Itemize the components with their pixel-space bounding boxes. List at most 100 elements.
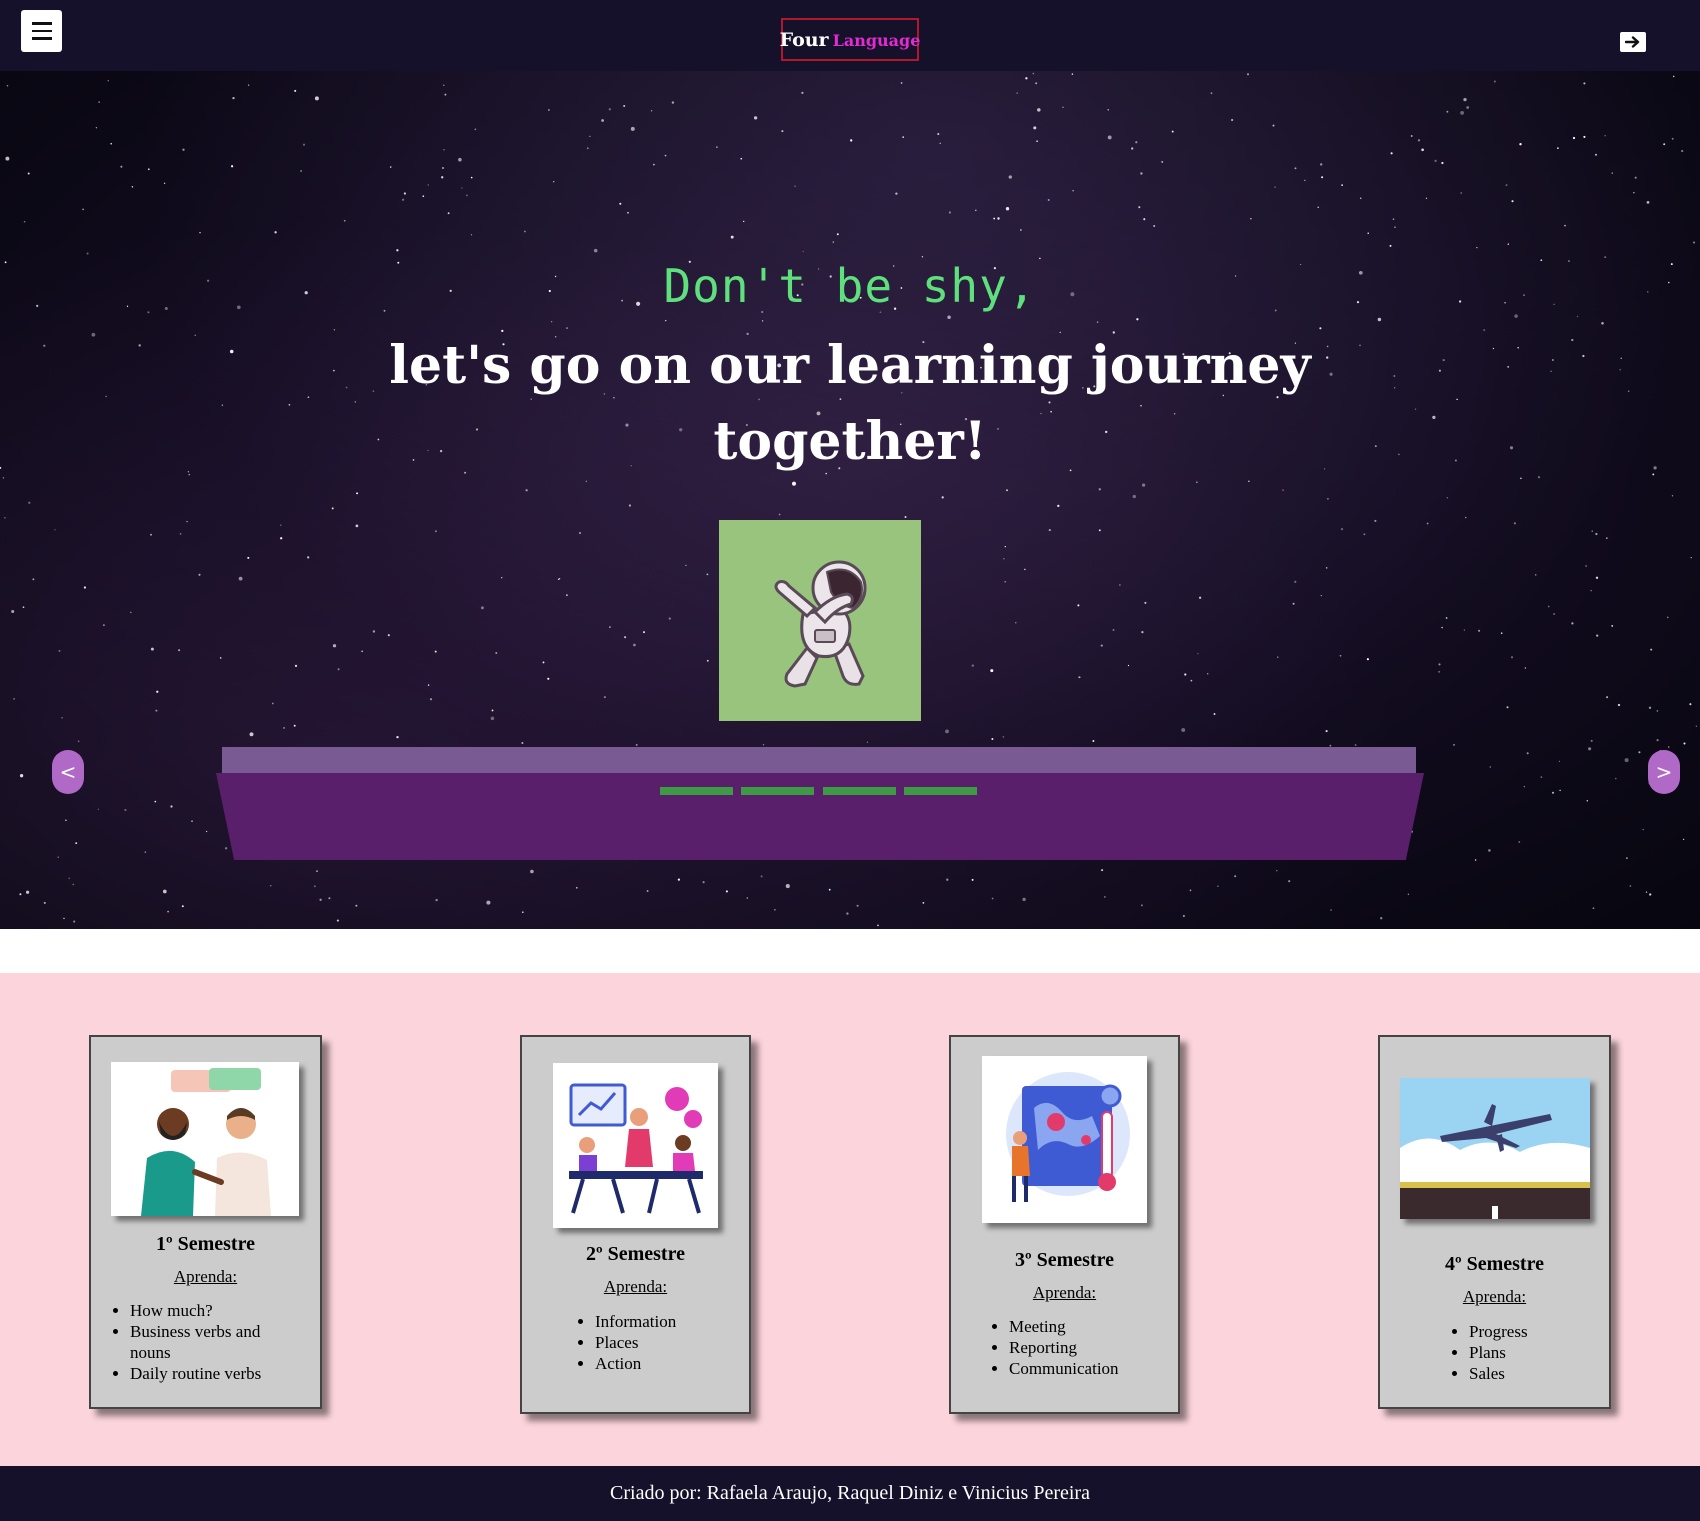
- star: [1277, 656, 1279, 658]
- star: [1196, 481, 1198, 483]
- star: [1446, 496, 1449, 499]
- star: [1330, 909, 1332, 911]
- star: [300, 170, 302, 172]
- star: [608, 108, 611, 111]
- star: [1650, 648, 1653, 651]
- star: [6, 85, 9, 87]
- carousel-indicator[interactable]: [660, 787, 733, 795]
- star: [387, 634, 390, 637]
- topic-item: Plans: [1469, 1342, 1600, 1363]
- star: [1078, 676, 1081, 679]
- star: [5, 156, 10, 161]
- star: [794, 185, 796, 187]
- star: [1648, 706, 1652, 709]
- star: [1421, 148, 1424, 152]
- carousel-prev-button[interactable]: <: [52, 750, 84, 794]
- star: [1092, 740, 1095, 742]
- star: [1511, 200, 1514, 203]
- star: [28, 501, 31, 504]
- star: [1036, 140, 1038, 142]
- world-map-icon: [1006, 1072, 1130, 1202]
- star: [1341, 184, 1343, 186]
- star: [1248, 480, 1250, 483]
- star: [1062, 106, 1064, 108]
- star: [1689, 703, 1692, 706]
- star: [877, 924, 879, 927]
- star: [1534, 574, 1537, 576]
- hamburger-menu-button[interactable]: [21, 10, 62, 52]
- semester-card-4[interactable]: 4º Semestre Aprenda: Progress Plans Sale…: [1378, 1035, 1611, 1409]
- star: [730, 235, 734, 239]
- star: [1663, 143, 1666, 146]
- carousel-indicator[interactable]: [741, 787, 814, 795]
- star: [98, 101, 100, 103]
- star: [58, 649, 61, 652]
- star: [1198, 596, 1202, 599]
- star: [247, 556, 250, 559]
- semester-card-1[interactable]: 1º Semestre Aprenda: How much? Business …: [89, 1035, 322, 1409]
- star: [1583, 135, 1586, 138]
- star: [1417, 139, 1421, 142]
- star: [1320, 163, 1323, 166]
- star: [1671, 137, 1674, 140]
- star: [1645, 891, 1648, 893]
- star: [1410, 135, 1413, 137]
- star: [156, 690, 159, 693]
- star: [1553, 613, 1556, 615]
- star: [1197, 653, 1199, 655]
- star: [552, 180, 555, 183]
- astronaut-image: [719, 520, 921, 721]
- star: [443, 149, 445, 151]
- carousel-next-button[interactable]: >: [1648, 750, 1680, 794]
- star: [1206, 673, 1209, 675]
- star: [1453, 744, 1455, 746]
- star: [624, 636, 627, 639]
- star: [761, 320, 764, 322]
- star: [191, 820, 193, 822]
- topic-item: How much?: [130, 1300, 301, 1321]
- semester-title: 2º Semestre: [586, 1243, 685, 1265]
- star: [1592, 907, 1595, 910]
- star: [1576, 315, 1579, 318]
- star: [82, 208, 84, 211]
- star: [1153, 224, 1156, 228]
- star: [1583, 82, 1586, 85]
- brand-logo[interactable]: Four Language: [780, 18, 920, 61]
- star: [1002, 736, 1005, 738]
- star: [361, 650, 363, 653]
- stage-platform-top: [222, 747, 1416, 773]
- carousel-indicator[interactable]: [823, 787, 896, 795]
- star: [635, 743, 638, 746]
- star: [61, 717, 63, 719]
- star: [1210, 92, 1213, 95]
- star: [72, 883, 75, 886]
- semester-topic-list: Progress Plans Sales: [1450, 1321, 1600, 1384]
- hero-heading-line: let's go on our learning journey: [389, 335, 1311, 396]
- star: [760, 875, 763, 878]
- star: [1441, 626, 1443, 629]
- star: [1005, 207, 1010, 211]
- star: [1513, 522, 1516, 525]
- semester-card-2[interactable]: 2º Semestre Aprenda: Information Places …: [520, 1035, 751, 1414]
- star: [542, 661, 545, 664]
- star: [627, 212, 629, 214]
- star: [316, 870, 318, 872]
- star: [178, 649, 181, 652]
- star: [646, 890, 649, 892]
- star: [343, 219, 346, 222]
- star: [19, 893, 22, 896]
- star: [785, 884, 790, 889]
- star: [971, 878, 974, 881]
- star: [130, 611, 132, 614]
- star: [447, 212, 450, 215]
- star: [1288, 880, 1291, 883]
- star: [77, 740, 80, 743]
- carousel-indicator[interactable]: [904, 787, 977, 795]
- semester-card-3[interactable]: 3º Semestre Aprenda: Meeting Reporting C…: [949, 1035, 1180, 1414]
- star: [154, 800, 157, 803]
- star: [337, 668, 340, 671]
- star: [1107, 135, 1112, 140]
- star: [1425, 197, 1428, 199]
- logout-button[interactable]: [1620, 32, 1646, 52]
- conversation-illustration: [111, 1062, 299, 1216]
